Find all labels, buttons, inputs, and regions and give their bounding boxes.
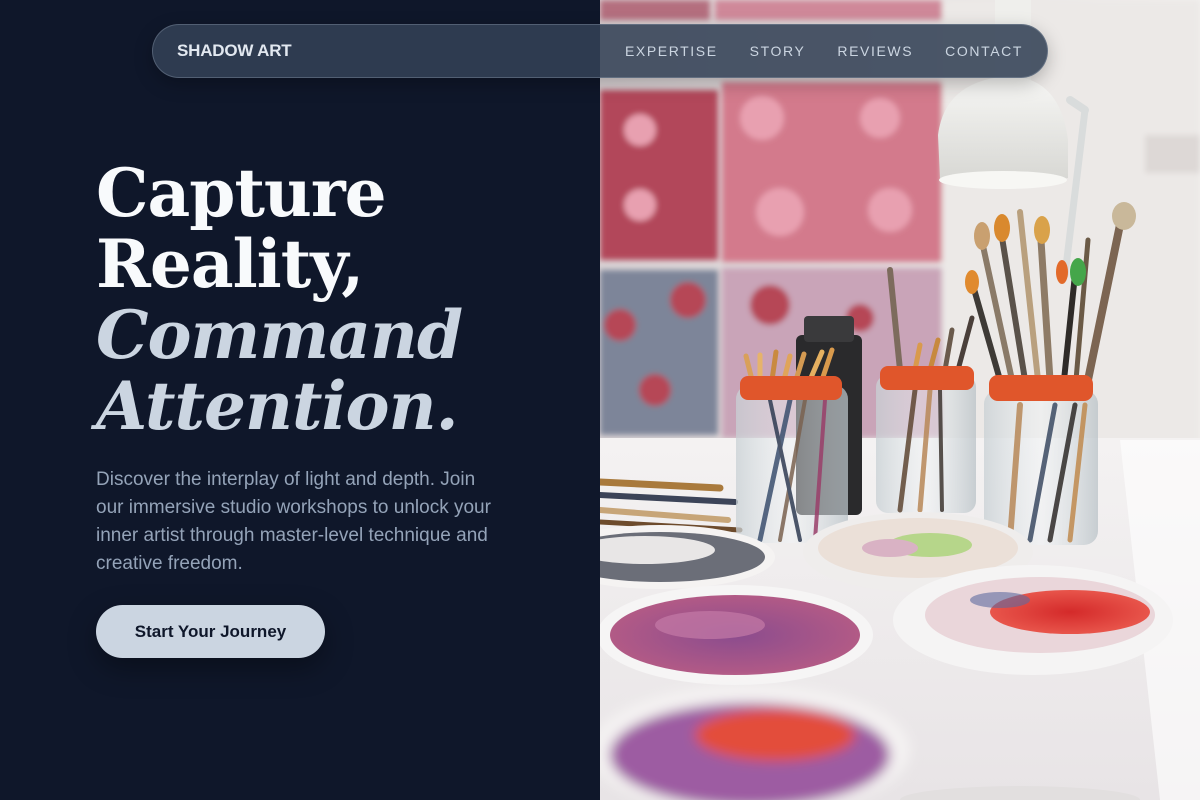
- hero-description: Discover the interplay of light and dept…: [96, 469, 491, 574]
- hero-title-line-4: Attention.: [96, 367, 459, 445]
- hero-title-line-1: Capture: [96, 154, 387, 232]
- hero-title-line-2: Reality,: [96, 225, 364, 303]
- nav-link-expertise[interactable]: EXPERTISE: [625, 25, 718, 77]
- hero-title-line-3: Command: [96, 296, 463, 374]
- nav-link-reviews[interactable]: REVIEWS: [837, 25, 913, 77]
- brand-logo[interactable]: SHADOW ART: [177, 25, 292, 77]
- nav-link-story[interactable]: STORY: [750, 25, 806, 77]
- nav-links: EXPERTISE STORY REVIEWS CONTACT: [625, 25, 1023, 77]
- nav-link-contact[interactable]: CONTACT: [945, 25, 1023, 77]
- hero-title: Capture Reality, Command Attention.: [96, 154, 463, 445]
- hero-image: [600, 0, 1200, 800]
- start-journey-button[interactable]: Start Your Journey: [96, 605, 325, 658]
- navbar: SHADOW ART EXPERTISE STORY REVIEWS CONTA…: [152, 24, 1048, 78]
